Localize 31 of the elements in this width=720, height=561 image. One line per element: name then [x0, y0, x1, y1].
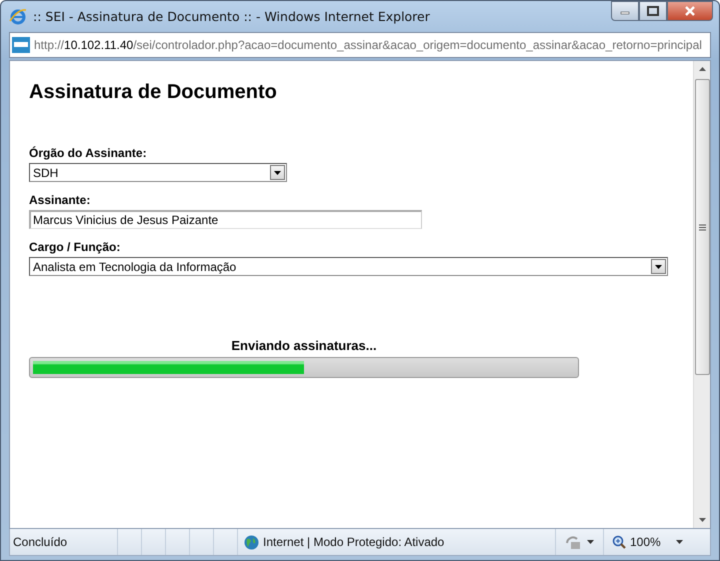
scrollbar[interactable] [693, 61, 710, 528]
dropdown-field[interactable]: Analista em Tecnologia da Informação [29, 257, 668, 276]
window-title: :: SEI - Assinatura de Documento :: - Windows Internet Explorer [33, 8, 431, 24]
site-logo-icon [12, 37, 30, 53]
page-heading: Assinatura de Documento [29, 80, 277, 104]
input-field[interactable]: Marcus Vinicius de Jesus Paizante [29, 210, 422, 229]
browser-icon [9, 7, 27, 25]
zoom-level[interactable]: 100% [630, 535, 661, 549]
url-text: http://10.102.11.40/sei/controlador.php?acao=documento_assinar&acao_origem=documento_assinar&acao_retorno=principal [34, 38, 702, 52]
globe-icon [244, 534, 259, 550]
security-zone-text: Internet | Modo Protegido: Ativado [263, 535, 444, 549]
caret-icon[interactable] [587, 540, 594, 544]
scroll-down-icon[interactable] [698, 518, 706, 522]
close-button[interactable] [667, 1, 713, 21]
caret-icon[interactable] [676, 540, 683, 544]
status-text: Concluído [13, 535, 68, 549]
field-label: Assinante: [29, 193, 90, 207]
minimize-button[interactable] [611, 1, 639, 21]
dropdown-field[interactable]: SDH [29, 163, 287, 182]
scroll-up-icon[interactable] [698, 67, 706, 71]
maximize-button[interactable] [639, 1, 667, 21]
maximize-icon [647, 6, 659, 16]
zoom-icon[interactable] [612, 535, 626, 549]
progress-label: Enviando assinaturas... [231, 338, 377, 353]
caret-icon[interactable] [274, 170, 281, 174]
field-label: Órgão do Assinante: [29, 146, 147, 160]
field-label: Cargo / Função: [29, 240, 120, 254]
close-icon [684, 6, 696, 16]
address-bar[interactable]: http://10.102.11.40/sei/controlador.php?acao=documento_assinar&acao_origem=documento_assinar&acao_retorno=principal [9, 32, 711, 58]
caret-icon[interactable] [655, 264, 662, 268]
scroll-thumb[interactable] [694, 79, 710, 375]
